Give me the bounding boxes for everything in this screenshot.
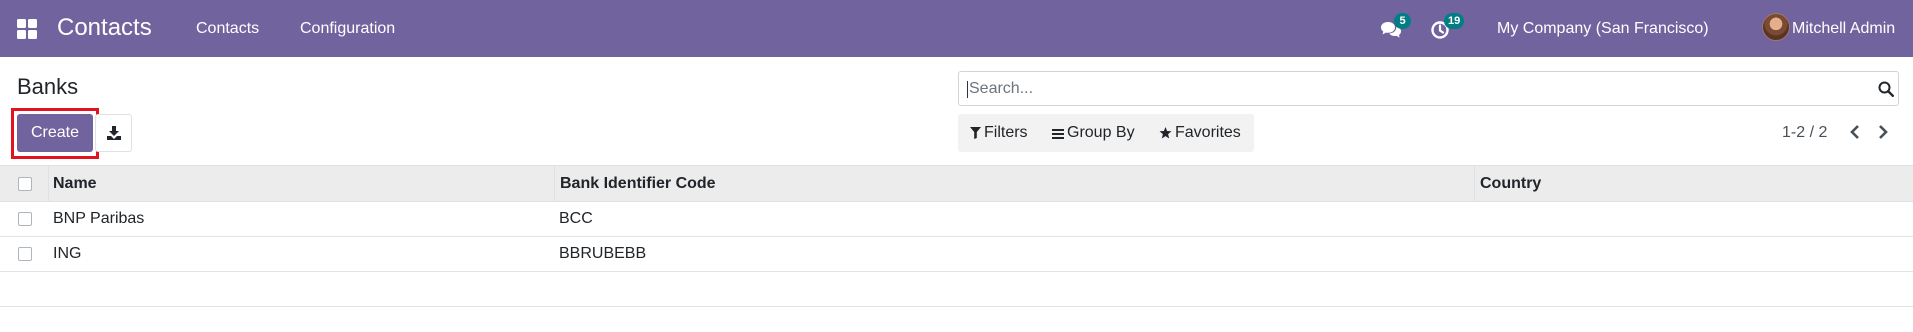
search-bar <box>958 71 1899 106</box>
row-checkbox[interactable] <box>18 247 32 261</box>
group-by-button[interactable]: Group By <box>1052 114 1135 152</box>
bars-icon <box>1052 128 1064 139</box>
favorites-label: Favorites <box>1175 124 1241 141</box>
export-button[interactable] <box>95 114 132 152</box>
top-navbar: Contacts Contacts Configuration 5 19 My … <box>0 0 1913 57</box>
user-menu[interactable]: Mitchell Admin <box>1792 18 1895 40</box>
company-switcher[interactable]: My Company (San Francisco) <box>1497 18 1709 40</box>
column-header-bic[interactable]: Bank Identifier Code <box>560 175 716 193</box>
create-button[interactable]: Create <box>17 114 93 152</box>
messages-count-badge: 5 <box>1394 13 1411 29</box>
filters-label: Filters <box>984 124 1028 141</box>
cell-bic: BCC <box>559 210 593 227</box>
row-checkbox[interactable] <box>18 212 32 226</box>
search-input[interactable] <box>969 72 1869 105</box>
table-row[interactable]: ING BBRUBEBB <box>0 237 1913 272</box>
download-icon <box>107 126 121 140</box>
cell-bic: BBRUBEBB <box>559 245 647 262</box>
favorites-button[interactable]: Favorites <box>1159 114 1241 152</box>
chevron-left-icon[interactable] <box>1849 124 1861 140</box>
select-all-checkbox[interactable] <box>18 177 32 191</box>
menu-configuration[interactable]: Configuration <box>300 18 395 40</box>
cell-name: ING <box>53 245 82 262</box>
page-title: Banks <box>17 74 79 99</box>
pager-value[interactable]: 1-2 / 2 <box>1782 122 1827 144</box>
empty-row <box>0 272 1913 307</box>
app-title[interactable]: Contacts <box>57 13 152 43</box>
column-header-country[interactable]: Country <box>1480 175 1541 193</box>
messages-button[interactable]: 5 <box>1380 13 1411 42</box>
user-avatar[interactable] <box>1762 13 1790 41</box>
column-divider <box>48 166 49 201</box>
chevron-right-icon[interactable] <box>1877 124 1889 140</box>
column-header-name[interactable]: Name <box>53 175 97 193</box>
text-cursor <box>967 81 968 98</box>
menu-contacts[interactable]: Contacts <box>196 18 259 40</box>
table-row[interactable]: BNP Paribas BCC <box>0 202 1913 237</box>
search-icon[interactable] <box>1878 81 1894 97</box>
table-header: Name Bank Identifier Code Country <box>0 165 1913 202</box>
column-divider <box>554 166 555 201</box>
filters-button[interactable]: Filters <box>970 114 1028 152</box>
column-divider <box>1474 166 1475 201</box>
activities-button[interactable]: 19 <box>1430 13 1465 42</box>
star-icon <box>1159 127 1172 139</box>
cell-name: BNP Paribas <box>53 210 145 227</box>
search-options-bar: Filters Group By Favorites <box>958 114 1254 152</box>
apps-menu-icon[interactable] <box>17 19 37 39</box>
funnel-icon <box>970 127 981 139</box>
group-by-label: Group By <box>1067 124 1135 141</box>
activities-count-badge: 19 <box>1444 13 1465 29</box>
